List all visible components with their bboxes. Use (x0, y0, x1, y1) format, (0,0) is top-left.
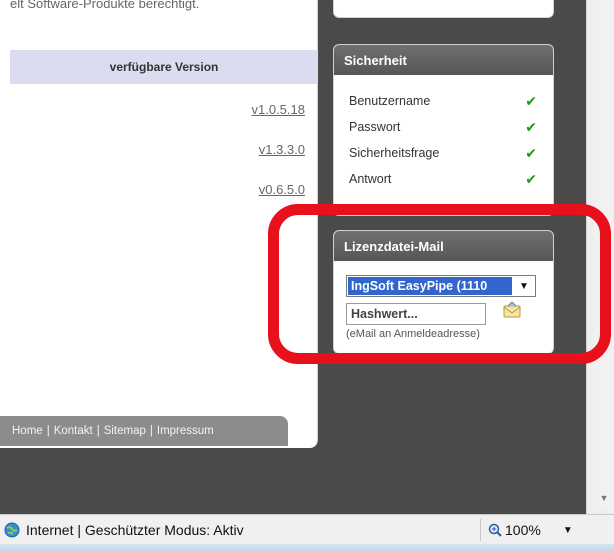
footer-nav: Home | Kontakt | Sitemap | Impressum (0, 416, 288, 446)
globe-icon (4, 522, 20, 537)
browser-status-bar: Internet | Geschützter Modus: Aktiv 100%… (0, 514, 614, 544)
hash-input[interactable]: Hashwert... (346, 303, 486, 325)
checkmark-icon: ✔ (525, 92, 537, 109)
footer-separator: | (46, 425, 50, 437)
status-divider (480, 519, 481, 541)
footer-link-home[interactable]: Home (12, 425, 43, 437)
security-row: Antwort ✔ (349, 169, 539, 189)
product-select[interactable]: IngSoft EasyPipe (1110 ▼ (346, 275, 536, 297)
vertical-scrollbar[interactable] (594, 0, 614, 508)
security-box: Sicherheit Benutzername ✔ Passwort ✔ Sic… (333, 44, 554, 216)
security-zone-text: Internet | Geschützter Modus: Aktiv (26, 521, 244, 538)
mail-hint-text: (eMail an Anmeldeadresse) (346, 328, 480, 340)
zoom-control[interactable]: 100% ▼ (488, 515, 573, 545)
footer-link-kontakt[interactable]: Kontakt (54, 425, 93, 437)
magnifier-icon (488, 523, 502, 537)
security-row: Passwort ✔ (349, 117, 539, 137)
main-content-panel: elt Software-Produkte berechtigt. verfüg… (0, 0, 318, 448)
version-column-header: verfügbare Version (10, 50, 318, 84)
security-label: Antwort (349, 172, 392, 186)
footer-link-sitemap[interactable]: Sitemap (104, 425, 146, 437)
security-label: Passwort (349, 120, 401, 134)
checkmark-icon: ✔ (525, 144, 537, 161)
checkmark-icon: ✔ (525, 118, 537, 135)
chevron-down-icon[interactable]: ▼ (563, 525, 573, 536)
footer-separator: | (149, 425, 153, 437)
version-link[interactable]: v1.0.5.18 (185, 102, 306, 117)
security-label: Sicherheitsfrage (349, 146, 440, 160)
taskbar-edge (0, 544, 614, 552)
security-row: Sicherheitsfrage ✔ (349, 143, 539, 163)
security-label: Benutzername (349, 94, 431, 108)
security-box-title: Sicherheit (334, 45, 553, 75)
scroll-down-arrow-icon[interactable]: ▼ (594, 488, 614, 508)
product-select-value: IngSoft EasyPipe (1110 (348, 277, 512, 295)
security-row: Benutzername ✔ (349, 91, 539, 111)
version-link[interactable]: v0.6.5.0 (185, 182, 305, 197)
zoom-level: 100% (505, 522, 541, 538)
license-box-title: Lizenzdatei-Mail (334, 231, 553, 261)
version-link[interactable]: v1.3.3.0 (185, 142, 305, 157)
send-mail-icon[interactable] (502, 301, 522, 319)
license-mail-box: Lizenzdatei-Mail IngSoft EasyPipe (1110 … (333, 230, 554, 354)
checkmark-icon: ✔ (525, 170, 537, 187)
footer-link-impressum[interactable]: Impressum (157, 425, 214, 437)
sidebar-box-top (333, 0, 554, 18)
chevron-down-icon[interactable]: ▼ (513, 276, 535, 296)
footer-separator: | (96, 425, 100, 437)
intro-text: elt Software-Produkte berechtigt. (10, 0, 200, 11)
